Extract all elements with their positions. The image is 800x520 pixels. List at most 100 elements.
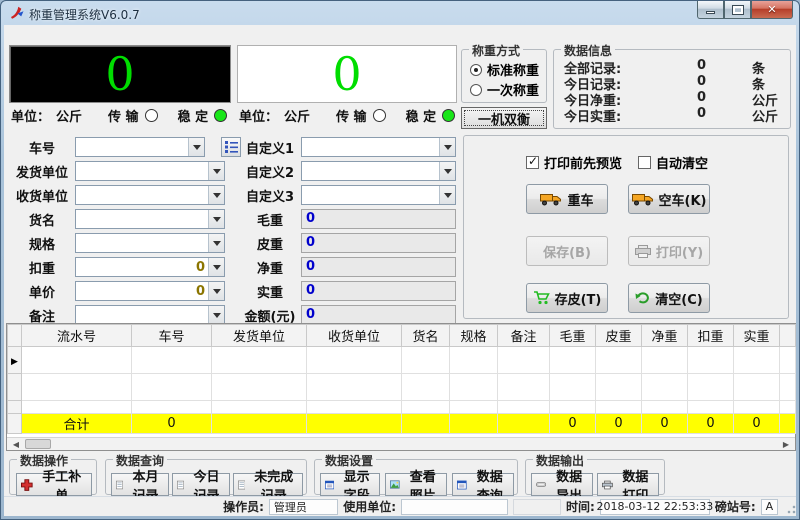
truck-no-list-button[interactable] (221, 137, 241, 157)
table-row[interactable]: ▶ (7, 346, 796, 374)
radio-icon (470, 83, 482, 96)
weight-display-secondary: 0 (237, 45, 457, 103)
printer-icon (602, 480, 613, 489)
col-net[interactable]: 净重 (641, 324, 688, 347)
unit-price-combobox[interactable]: 0 (75, 281, 225, 301)
indicator-row-primary: 单位： 公斤 传 输 稳 定 (11, 106, 228, 125)
chevron-down-icon[interactable] (208, 162, 224, 180)
title-bar[interactable]: 称重管理系统V6.0.7 ✕ (1, 1, 799, 25)
auto-clear-checkbox[interactable]: 自动清空 (638, 153, 708, 172)
chevron-down-icon[interactable] (208, 258, 224, 276)
net-weight-label: 净重 (256, 261, 283, 277)
custom1-combobox[interactable] (301, 137, 456, 157)
chevron-down-icon[interactable] (439, 138, 455, 156)
store-tare-button[interactable]: 存皮(T) (526, 283, 608, 313)
view-photos-button[interactable]: 查看照片 (385, 470, 447, 504)
today-records-button[interactable]: 今日记录 (172, 470, 230, 504)
checkbox-icon (526, 154, 539, 169)
app-window: 称重管理系统V6.0.7 ✕ 系统操作(F) 数据维护(D) 系统维护(S) 打… (0, 0, 800, 520)
display-fields-button[interactable]: 显示字段 (320, 470, 380, 504)
loaded-truck-button[interactable]: 重车 (526, 184, 608, 214)
transmit-lamp-icon (144, 108, 158, 122)
minimize-icon (706, 11, 715, 14)
receiver-combobox[interactable] (75, 185, 225, 205)
station-value: A (760, 498, 779, 515)
total-gross: 0 (549, 413, 596, 434)
chevron-down-icon[interactable] (208, 210, 224, 228)
col-deduct[interactable]: 扣重 (687, 324, 734, 347)
spec-combobox[interactable] (75, 233, 225, 253)
radio-standard-weigh[interactable]: 标准称重 (470, 60, 539, 79)
info-row-today-records: 今日记录: 0 条 (564, 74, 766, 93)
total-tare: 0 (595, 413, 642, 434)
shipper-combobox[interactable] (75, 161, 225, 181)
close-icon: ✕ (767, 3, 777, 16)
manual-entry-button[interactable]: 手工补单 (16, 470, 92, 504)
transmit-label: 传 输 (336, 109, 367, 125)
chevron-down-icon[interactable] (208, 306, 224, 324)
weight-display-primary: 0 (9, 45, 231, 103)
minimize-button[interactable] (697, 1, 724, 19)
scroll-right-icon[interactable]: ▶ (779, 439, 793, 450)
deduct-weight-label: 扣重 (28, 261, 55, 277)
scroll-left-icon[interactable]: ◀ (9, 439, 23, 450)
clear-button[interactable]: 清空(C) (628, 283, 710, 313)
remark-combobox[interactable] (75, 305, 225, 325)
company-label: 使用单位: (343, 500, 397, 514)
chevron-down-icon[interactable] (208, 186, 224, 204)
col-tare[interactable]: 皮重 (595, 324, 642, 347)
unit-label: 单位： (11, 109, 51, 125)
window-grid-icon (325, 480, 335, 489)
col-goods[interactable]: 货名 (401, 324, 450, 347)
total-net: 0 (641, 413, 688, 434)
preview-print-checkbox[interactable]: 打印前先预览 (526, 153, 622, 172)
deduct-weight-combobox[interactable]: 0 (75, 257, 225, 277)
chevron-down-icon[interactable] (439, 186, 455, 204)
spec-label: 规格 (28, 237, 55, 253)
records-table: 流水号 车号 发货单位 收货单位 货名 规格 备注 毛重 皮重 净重 扣重 实重… (6, 323, 796, 451)
col-truck-no[interactable]: 车号 (131, 324, 212, 347)
col-actual[interactable]: 实重 (733, 324, 780, 347)
col-receiver[interactable]: 收货单位 (306, 324, 402, 347)
table-row[interactable] (7, 400, 796, 414)
close-button[interactable]: ✕ (751, 1, 793, 19)
company-value (401, 498, 509, 515)
chevron-down-icon[interactable] (208, 234, 224, 252)
data-print-button[interactable]: 数据打印 (597, 470, 659, 504)
col-spec[interactable]: 规格 (449, 324, 498, 347)
scrollbar-thumb[interactable] (25, 439, 51, 449)
col-gross[interactable]: 毛重 (549, 324, 596, 347)
export-disk-icon (536, 481, 547, 488)
net-weight-field: 0 (301, 257, 456, 277)
actual-weight-label: 实重 (256, 285, 283, 301)
col-remark[interactable]: 备注 (497, 324, 550, 347)
data-query-button[interactable]: 数据查询 (452, 470, 514, 504)
goods-name-combobox[interactable] (75, 209, 225, 229)
maximize-button[interactable] (724, 1, 751, 19)
chevron-down-icon[interactable] (439, 162, 455, 180)
month-records-button[interactable]: 本月记录 (111, 470, 169, 504)
document-icon (238, 480, 246, 489)
custom2-combobox[interactable] (301, 161, 456, 181)
empty-truck-button[interactable]: 空车(K) (628, 184, 710, 214)
print-button[interactable]: 打印(Y) (628, 236, 710, 266)
custom3-combobox[interactable] (301, 185, 456, 205)
truck-no-combobox[interactable] (75, 137, 205, 157)
col-shipper[interactable]: 发货单位 (211, 324, 307, 347)
table-row[interactable] (7, 373, 796, 401)
app-logo-icon (11, 6, 24, 19)
save-button[interactable]: 保存(B) (526, 236, 608, 266)
data-export-button[interactable]: 数据导出 (531, 470, 593, 504)
data-info-title: 数据信息 (561, 42, 616, 59)
truck-icon (631, 194, 653, 206)
horizontal-scrollbar[interactable]: ◀ ▶ (7, 437, 795, 450)
dual-scale-button[interactable]: 一机双衡 (461, 107, 547, 129)
unfinished-records-button[interactable]: 未完成记录 (233, 470, 303, 504)
chevron-down-icon[interactable] (188, 138, 204, 156)
total-row: 合计 0 0 0 0 0 0 (7, 413, 796, 434)
transmit-lamp-icon (372, 108, 386, 122)
chevron-down-icon[interactable] (208, 282, 224, 300)
radio-single-weigh[interactable]: 一次称重 (470, 80, 539, 99)
resize-grip-icon[interactable] (785, 498, 796, 515)
col-serial-no[interactable]: 流水号 (21, 324, 132, 347)
